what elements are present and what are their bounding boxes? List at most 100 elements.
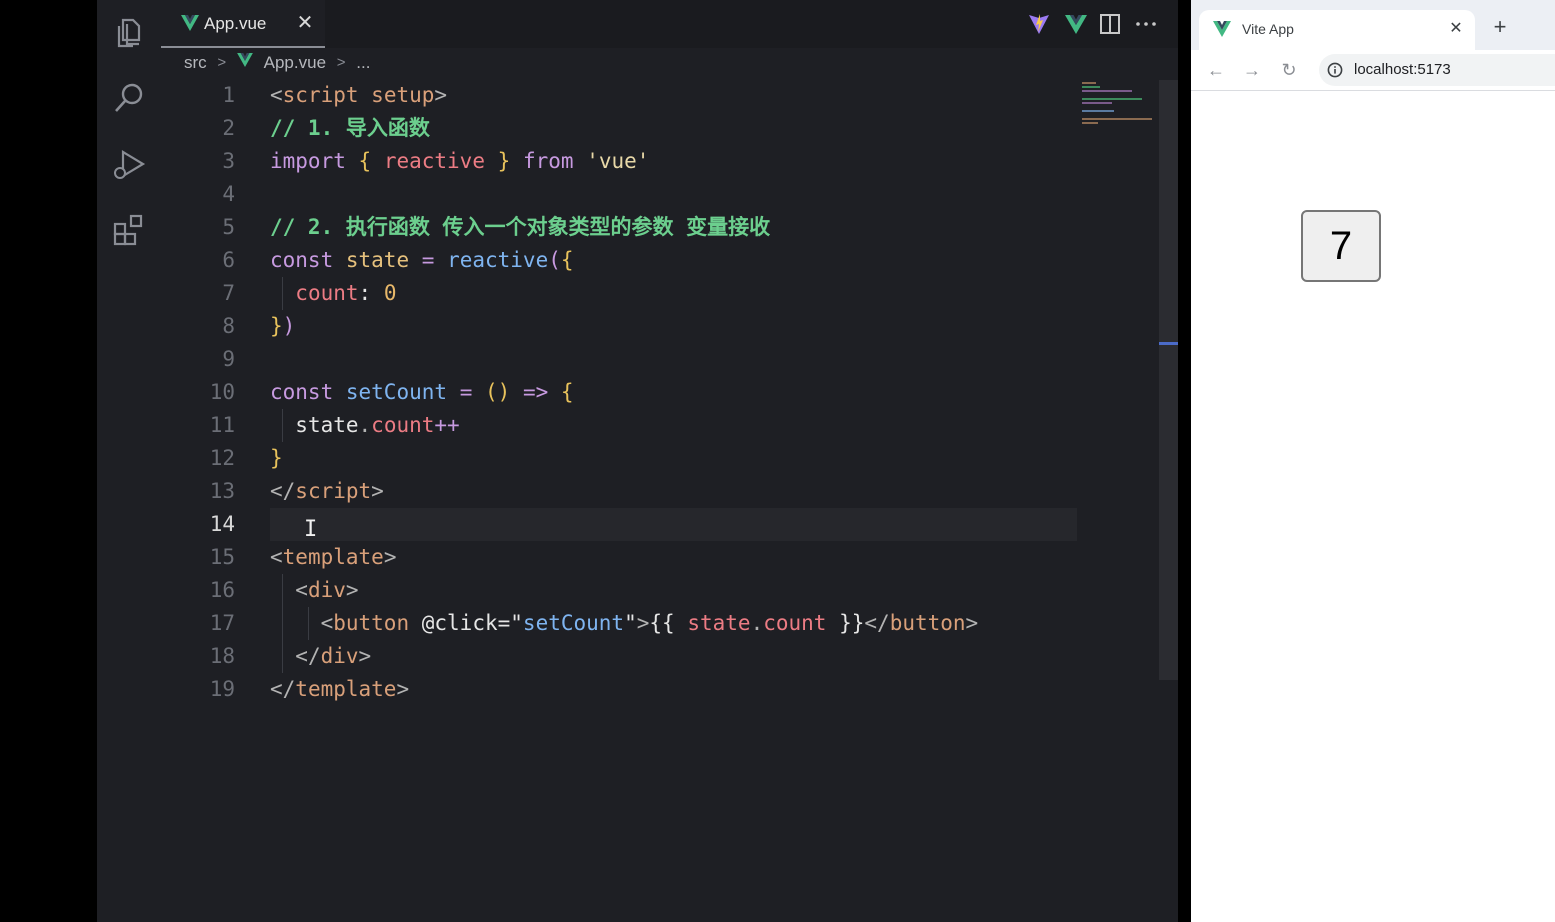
code-token: script — [295, 479, 372, 503]
code-token: </ — [270, 677, 296, 701]
forward-arrow-icon[interactable]: → — [1240, 58, 1264, 82]
code-token: setCount — [522, 611, 625, 635]
back-arrow-icon[interactable]: ← — [1204, 58, 1228, 82]
code-line[interactable]: 12} — [97, 442, 1097, 475]
code-token: > — [345, 578, 359, 602]
code-token: count — [371, 413, 435, 437]
new-tab-button[interactable]: + — [1489, 16, 1511, 38]
code-text: <div> — [270, 574, 359, 607]
code-token: from — [522, 149, 574, 173]
code-token: button — [889, 611, 966, 635]
code-token: state — [687, 611, 751, 635]
code-text: // 1. 导入函数 — [270, 112, 430, 145]
code-token: => — [522, 380, 549, 404]
code-token: </ — [295, 644, 321, 668]
code-line[interactable]: 11 state.count++ — [97, 409, 1097, 442]
code-line[interactable]: 17 <button @click="setCount">{{ state.co… — [97, 607, 1097, 640]
code-text: import { reactive } from 'vue' — [270, 145, 649, 178]
tab-app-vue[interactable]: App.vue ✕ — [161, 0, 325, 48]
line-number: 16 — [209, 578, 235, 602]
reload-icon[interactable]: ↻ — [1277, 58, 1301, 82]
code-line[interactable]: 5 // 2. 执行函数 传入一个对象类型的参数 变量接收 — [97, 211, 1097, 244]
code-token: const — [270, 380, 334, 404]
code-text: </template> — [270, 673, 409, 706]
code-line[interactable]: 15 <template> — [97, 541, 1097, 574]
code-token: > — [434, 83, 448, 107]
code-token: = — [459, 380, 473, 404]
browser-tab-vite-app[interactable]: Vite App ✕ — [1199, 10, 1475, 50]
code-line[interactable]: 16 <div> — [97, 574, 1097, 607]
line-number: 7 — [222, 281, 235, 305]
code-line[interactable]: 9 — [97, 343, 1097, 376]
code-token: state — [345, 248, 410, 272]
code-editor-window: App.vue ✕ src > App.vue > ... 1 <script s… — [97, 0, 1178, 922]
code-line[interactable]: 7 count: 0 — [97, 277, 1097, 310]
browser-toolbar: ← → ↻ localhost:5173 — [1191, 50, 1555, 91]
close-icon[interactable]: ✕ — [295, 12, 315, 34]
code-line[interactable]: 14 — [97, 508, 1097, 541]
code-text: <template> — [270, 541, 396, 574]
code-token: </ — [864, 611, 890, 635]
chevron-right-icon: > — [336, 54, 346, 72]
code-text: const state = reactive({ — [270, 244, 574, 277]
code-line[interactable]: 1 <script setup> — [97, 79, 1097, 112]
count-button[interactable]: 7 — [1301, 210, 1381, 282]
breadcrumb-item-file[interactable]: App.vue — [264, 53, 326, 73]
code-line[interactable]: 10 const setCount = () => { — [97, 376, 1097, 409]
code-token: count — [763, 611, 827, 635]
code-line[interactable]: 6 const state = reactive({ — [97, 244, 1097, 277]
code-line[interactable]: 8}) — [97, 310, 1097, 343]
code-line[interactable]: 4 — [97, 178, 1097, 211]
code-token: } — [270, 446, 283, 470]
code-line[interactable]: 2 // 1. 导入函数 — [97, 112, 1097, 145]
code-token: @click — [421, 611, 498, 635]
code-line[interactable]: 18 </div> — [97, 640, 1097, 673]
close-icon[interactable]: ✕ — [1447, 19, 1465, 39]
info-icon[interactable] — [1327, 62, 1343, 78]
vertical-scrollbar[interactable] — [1159, 80, 1178, 680]
indent-guide — [282, 277, 283, 310]
code-token: import — [270, 149, 346, 173]
split-editor-icon[interactable] — [1098, 12, 1122, 36]
code-line[interactable]: 3 import { reactive } from 'vue' — [97, 145, 1097, 178]
code-token: () — [485, 380, 511, 404]
explorer-icon[interactable] — [111, 14, 147, 50]
breadcrumb-item-symbol[interactable]: ... — [356, 53, 370, 73]
line-number: 15 — [209, 545, 235, 569]
vue-devtools-icon[interactable] — [1064, 12, 1088, 36]
code-line[interactable]: 13 </script> — [97, 475, 1097, 508]
more-actions-icon[interactable] — [1134, 12, 1158, 36]
code-token: script — [282, 83, 359, 107]
code-token: } — [497, 149, 511, 173]
line-number: 12 — [209, 446, 235, 470]
line-number: 18 — [209, 644, 235, 668]
address-bar[interactable]: localhost:5173 — [1319, 54, 1555, 86]
code-token: // 2. 执行函数 传入一个对象类型的参数 变量接收 — [270, 215, 771, 239]
minimap[interactable] — [1082, 80, 1157, 130]
code-text: <script setup> — [270, 79, 447, 112]
code-token: ++ — [434, 413, 460, 437]
line-number: 11 — [209, 413, 235, 437]
browser-tab-title: Vite App — [1242, 21, 1294, 37]
chevron-right-icon: > — [217, 54, 227, 72]
code-token: 'vue' — [586, 149, 650, 173]
breadcrumb-item-src[interactable]: src — [184, 53, 207, 73]
code-text: }) — [270, 310, 295, 343]
code-token: button — [333, 611, 410, 635]
vite-icon[interactable] — [1027, 12, 1051, 36]
code-token: div — [320, 644, 359, 668]
code-line[interactable]: 19 </template> — [97, 673, 1097, 706]
vue-favicon-icon — [1213, 21, 1231, 37]
url-text[interactable]: localhost:5173 — [1354, 61, 1451, 78]
line-number: 4 — [222, 182, 235, 206]
line-number: 5 — [222, 215, 235, 239]
line-number: 1 — [222, 83, 235, 107]
code-token: template — [295, 677, 397, 701]
